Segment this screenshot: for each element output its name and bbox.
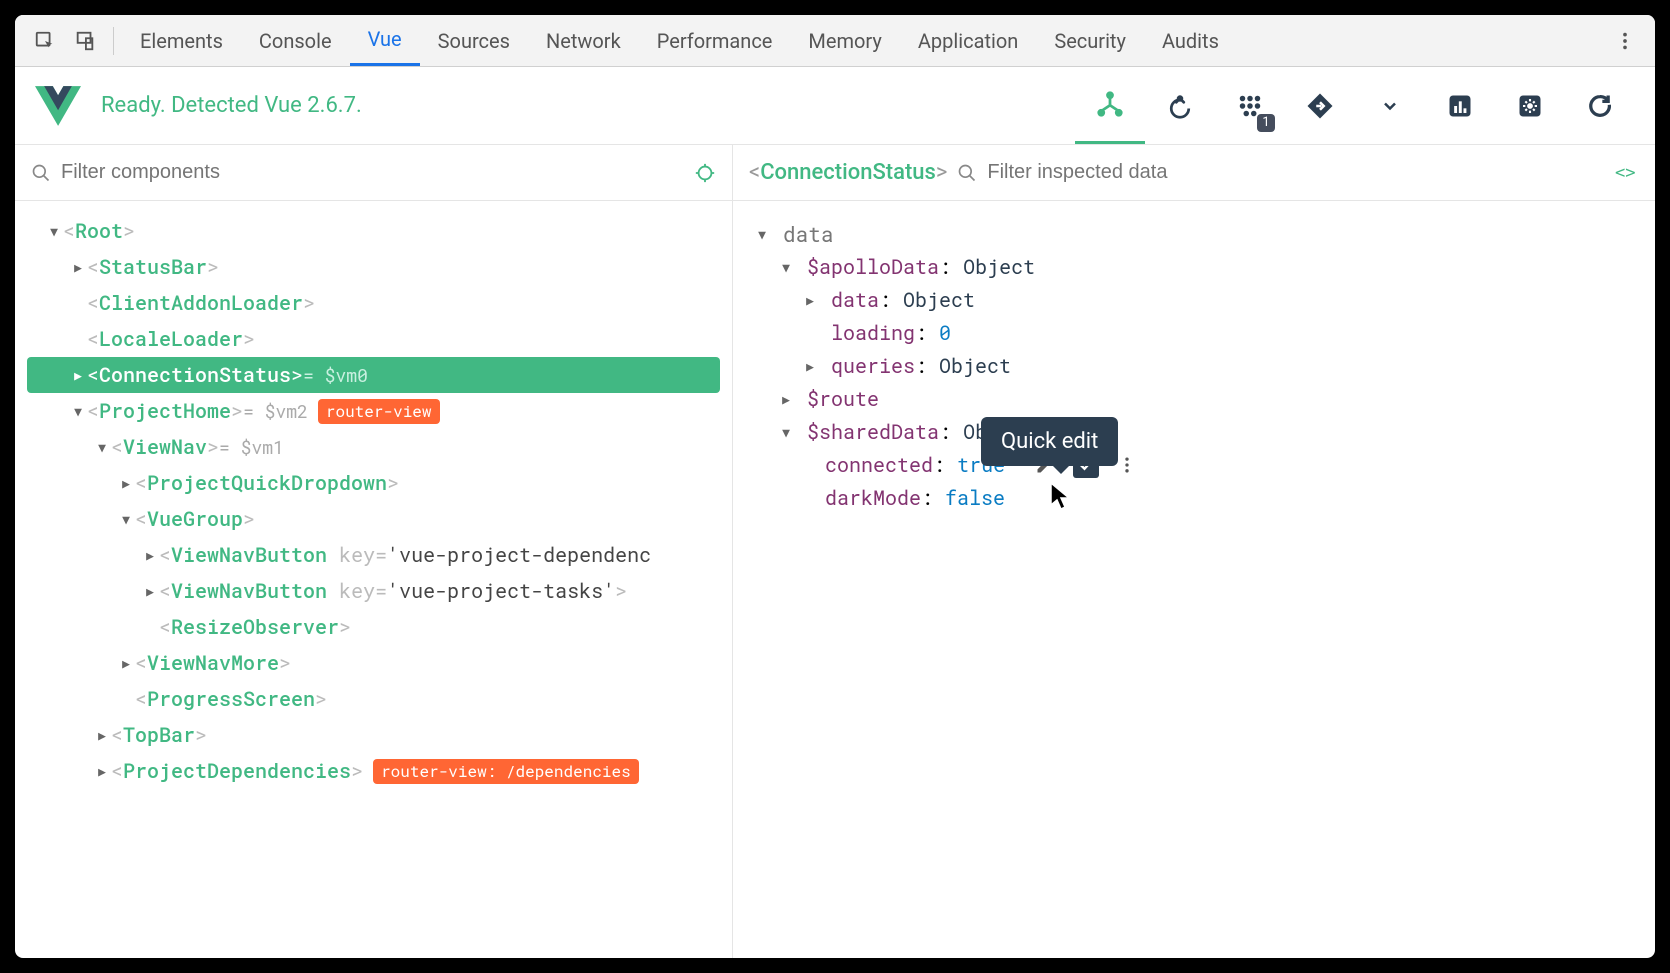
data-row[interactable]: loading: 0 xyxy=(733,316,1655,349)
kebab-menu-icon[interactable] xyxy=(1605,21,1645,61)
tree-row[interactable]: ▶<ViewNavButton key='vue-project-tasks'> xyxy=(15,573,732,609)
tab-memory[interactable]: Memory xyxy=(790,15,899,66)
tree-row[interactable]: <ProgressScreen> xyxy=(15,681,732,717)
devtools-window: Elements Console Vue Sources Network Per… xyxy=(15,15,1655,958)
router-view-tag: router-view xyxy=(318,399,440,424)
routing-tab-icon[interactable] xyxy=(1285,68,1355,144)
vue-logo-icon xyxy=(35,86,81,126)
chevron-down-icon[interactable] xyxy=(1355,68,1425,144)
tree-row[interactable]: <ClientAddonLoader> xyxy=(15,285,732,321)
data-row[interactable]: ▶ data: Object xyxy=(733,283,1655,316)
tree-row[interactable]: ▼<ViewNav> = $vm1 xyxy=(15,429,732,465)
components-tab-icon[interactable] xyxy=(1075,68,1145,144)
component-filter-bar xyxy=(15,145,732,201)
data-row[interactable]: ▼ $sharedData: Obj xyxy=(733,415,1655,448)
inspector-pane: <ConnectionStatus> <> ▼ data ▼ $apolloDa… xyxy=(733,145,1655,958)
tab-sources[interactable]: Sources xyxy=(420,15,528,66)
data-section-header[interactable]: ▼ data xyxy=(733,217,1655,250)
quick-edit-tooltip: Quick edit xyxy=(981,417,1118,466)
tab-application[interactable]: Application xyxy=(900,15,1036,66)
tree-row[interactable]: ▶<ViewNavMore> xyxy=(15,645,732,681)
divider xyxy=(113,27,114,55)
events-badge: 1 xyxy=(1257,114,1275,132)
performance-tab-icon[interactable] xyxy=(1425,68,1495,144)
data-row[interactable]: ▶ $route xyxy=(733,382,1655,415)
settings-icon[interactable] xyxy=(1495,68,1565,144)
tab-performance[interactable]: Performance xyxy=(639,15,791,66)
tree-row[interactable]: ▼<VueGroup> xyxy=(15,501,732,537)
selected-component-title: <ConnectionStatus> xyxy=(749,160,947,185)
more-actions-icon[interactable] xyxy=(1115,453,1139,477)
router-view-tag: router-view: /dependencies xyxy=(373,759,639,784)
tree-row[interactable]: ▶<TopBar> xyxy=(15,717,732,753)
data-row[interactable]: ▶ queries: Object xyxy=(733,349,1655,382)
data-row[interactable]: ▼ $apolloData: Object xyxy=(733,250,1655,283)
tree-row[interactable]: <LocaleLoader> xyxy=(15,321,732,357)
filter-components-input[interactable] xyxy=(61,161,684,184)
devtools-tab-bar: Elements Console Vue Sources Network Per… xyxy=(15,15,1655,67)
search-icon xyxy=(957,163,977,183)
refresh-icon[interactable] xyxy=(1565,68,1635,144)
vue-header: Ready. Detected Vue 2.6.7. 1 xyxy=(15,67,1655,145)
tab-console[interactable]: Console xyxy=(241,15,350,66)
tree-row[interactable]: ▶<ProjectQuickDropdown> xyxy=(15,465,732,501)
tab-network[interactable]: Network xyxy=(528,15,639,66)
filter-inspected-input[interactable] xyxy=(987,161,1605,184)
main-panes: ▼<Root> ▶<StatusBar> <ClientAddonLoader>… xyxy=(15,145,1655,958)
tree-row[interactable]: ▼<Root> xyxy=(15,213,732,249)
tree-row[interactable]: <ResizeObserver> xyxy=(15,609,732,645)
inspector-filter-bar: <ConnectionStatus> <> xyxy=(733,145,1655,201)
open-in-editor-icon[interactable]: <> xyxy=(1615,163,1639,183)
target-icon[interactable] xyxy=(694,162,716,184)
tree-row-selected[interactable]: ▶<ConnectionStatus> = $vm0 xyxy=(27,357,720,393)
tab-security[interactable]: Security xyxy=(1036,15,1144,66)
tab-elements[interactable]: Elements xyxy=(122,15,241,66)
tree-row[interactable]: ▶<ProjectDependencies>router-view: /depe… xyxy=(15,753,732,789)
tab-audits[interactable]: Audits xyxy=(1144,15,1237,66)
search-icon xyxy=(31,163,51,183)
tab-vue[interactable]: Vue xyxy=(350,15,420,66)
vuex-tab-icon[interactable] xyxy=(1145,68,1215,144)
events-tab-icon[interactable]: 1 xyxy=(1215,68,1285,144)
vue-status-text: Ready. Detected Vue 2.6.7. xyxy=(101,93,362,118)
component-tree-pane: ▼<Root> ▶<StatusBar> <ClientAddonLoader>… xyxy=(15,145,733,958)
tree-row[interactable]: ▼<ProjectHome> = $vm2router-view xyxy=(15,393,732,429)
svg-text:<>: <> xyxy=(1615,163,1636,183)
data-row[interactable]: connected: true xyxy=(733,448,1655,481)
tree-row[interactable]: ▶<ViewNavButton key='vue-project-depende… xyxy=(15,537,732,573)
data-row[interactable]: darkMode: false xyxy=(733,481,1655,514)
tree-row[interactable]: ▶<StatusBar> xyxy=(15,249,732,285)
cursor-icon xyxy=(1049,481,1073,511)
component-tree[interactable]: ▼<Root> ▶<StatusBar> <ClientAddonLoader>… xyxy=(15,201,732,958)
inspect-element-icon[interactable] xyxy=(25,21,65,61)
data-tree: ▼ data ▼ $apolloData: Object ▶ data: Obj… xyxy=(733,201,1655,958)
device-toolbar-icon[interactable] xyxy=(65,21,105,61)
